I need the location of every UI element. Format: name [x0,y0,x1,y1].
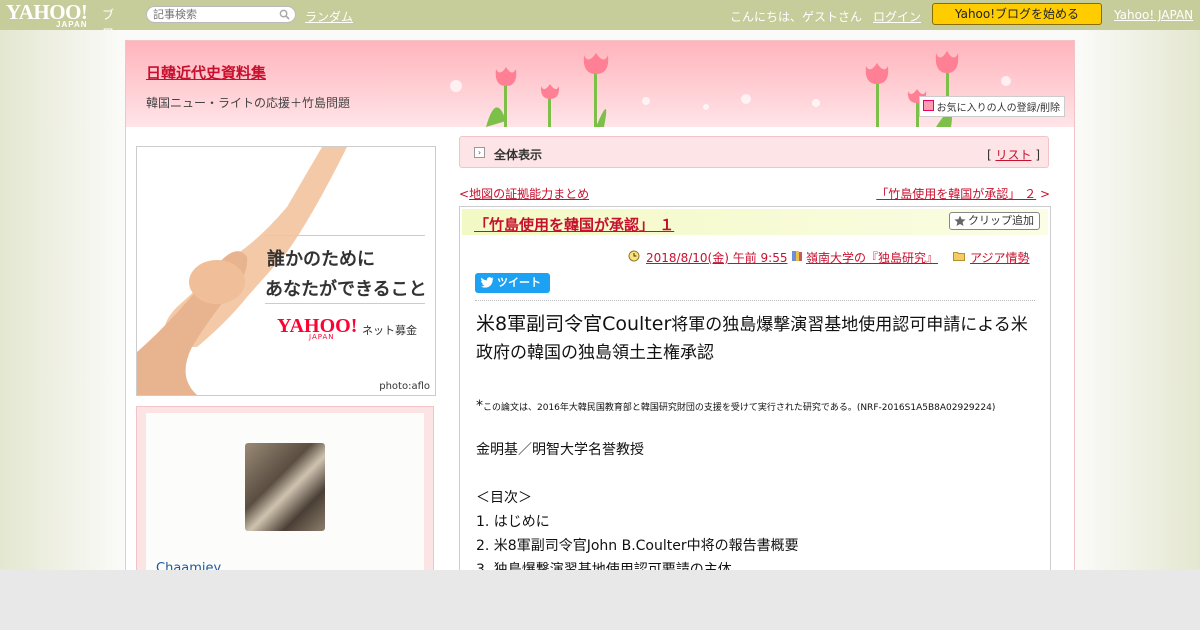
ad-service-name: ネット募金 [362,324,417,337]
login-link[interactable]: ログイン [873,8,921,25]
article-panel: 「竹島使用を韓国が承認」 １ クリップ追加 2018/8/10(金) 午前 9:… [459,206,1051,570]
clip-add-button[interactable]: クリップ追加 [949,212,1040,230]
chevron-right-icon: › [474,147,485,158]
start-blog-button[interactable]: Yahoo!ブログを始める [932,3,1102,25]
yahoo-top-bar: YAHOO! JAPAN ブログ ランダム こんにちは、ゲストさん ログイン Y… [0,0,1200,59]
yahoo-blog-logo[interactable]: YAHOO! JAPAN ブログ [6,2,114,59]
yahoo-logo-sub: JAPAN [56,20,88,29]
favorite-register-label: お気に入りの人の登録/削除 [936,103,1060,114]
article-header: 「竹島使用を韓国が承認」 １ クリップ追加 [462,209,1048,235]
ad-rule-bottom [265,303,425,304]
footnote-text: この論文は、2016年大韓民国教育部と韓国研究財団の支援を受けて実行された研究で… [483,403,996,413]
ad-line-1: 誰かのために [267,249,375,270]
profile-inner: Chaamiey [146,413,424,570]
blog-container: 日韓近代史資料集 韓国ニュー・ライトの応援＋竹島問題 お気に入りの人の登録/削除… [125,40,1075,570]
blog-description: 韓国ニュー・ライトの応援＋竹島問題 [146,96,351,110]
next-arrow: > [1039,187,1050,201]
heart-icon [922,100,934,111]
toc-item: 3. 独島爆撃演習基地使用認可要請の主体 [476,562,732,570]
random-link[interactable]: ランダム [305,8,353,25]
article-divider [475,300,1035,301]
toc-item: 2. 米8軍副司令官John B.Coulter中将の報告書概要 [476,538,799,554]
clip-add-label: クリップ追加 [968,214,1034,227]
next-article-link[interactable]: 「竹島使用を韓国が承認」 ２ > [876,185,1050,202]
favorite-register-button[interactable]: お気に入りの人の登録/削除 [918,96,1065,117]
clock-icon [628,250,640,262]
article-footnote: *この論文は、2016年大韓民国教育部と韓国研究財団の支援を受けて実行された研究… [476,394,1041,418]
list-bracket-close: ] [1035,148,1040,162]
footnote-mark: * [476,398,483,414]
toc-item: 1. はじめに [476,514,550,530]
list-bracket-open: [ [986,148,992,162]
blog-header: 日韓近代史資料集 韓国ニュー・ライトの応援＋竹島問題 お気に入りの人の登録/削除 [126,41,1074,127]
article-heading: 米8軍副司令官Coulter将軍の独島爆撃演習基地使用認可申請による米政府の韓国… [476,311,1041,368]
profile-username[interactable]: Chaamiey [156,561,221,570]
avatar[interactable] [245,443,325,531]
toc-heading: ＜目次＞ [476,490,532,506]
article-title[interactable]: 「竹島使用を韓国が承認」 １ [474,214,674,235]
list-link[interactable]: リスト [995,148,1031,162]
prev-article-title: 地図の証拠能力まとめ [469,187,590,201]
browser-viewport: YAHOO! JAPAN ブログ ランダム こんにちは、ゲストさん ログイン Y… [0,0,1200,570]
article-date-link[interactable]: 2018/8/10(金) 午前 9:55 [646,249,787,266]
twitter-bird-icon [481,277,494,288]
handshake-image [137,147,347,395]
article-heading-lead: 米8軍副司令官Coulter [476,313,672,335]
ad-photo-credit: photo:aflo [379,381,430,392]
profile-box: Chaamiey [136,406,434,570]
folder-category-link[interactable]: アジア情勢 [970,249,1030,266]
article-author: 金明基／明智大学名誉教授 [476,442,644,458]
tweet-label: ツイート [497,276,541,289]
window-bottom-margin [0,570,1200,630]
all-view-bar: › 全体表示 [ リスト ] [459,136,1049,168]
guest-greeting: こんにちは、ゲストさん [730,10,863,24]
ad-yahoo-logo-sub: JAPAN [309,333,335,341]
prev-article-link[interactable]: <地図の証拠能力まとめ [459,185,589,202]
article-body: 米8軍副司令官Coulter将軍の独島爆撃演習基地使用認可申請による米政府の韓国… [476,311,1041,570]
ad-line-2: あなたができること [265,279,427,300]
book-icon [792,251,802,261]
article-search-box [146,6,296,23]
search-icon[interactable] [279,9,290,20]
next-article-title: 「竹島使用を韓国が承認」 ２ [876,187,1037,201]
star-icon [954,215,966,226]
all-view-label: 全体表示 [494,148,543,162]
ad-rule-top [265,235,425,236]
book-category-link[interactable]: 嶺南大学の『独島研究』 [806,249,938,266]
list-toggle: [ リスト ] [987,146,1040,163]
prev-arrow: < [459,187,470,201]
tweet-button[interactable]: ツイート [475,273,550,293]
blog-title[interactable]: 日韓近代史資料集 [146,62,266,83]
yahoo-japan-link[interactable]: Yahoo! JAPAN [1114,8,1193,22]
search-input[interactable] [153,8,273,21]
folder-icon [953,252,965,261]
donation-ad-banner[interactable]: 誰かのために あなたができること YAHOO! JAPAN ネット募金 phot… [136,146,436,396]
